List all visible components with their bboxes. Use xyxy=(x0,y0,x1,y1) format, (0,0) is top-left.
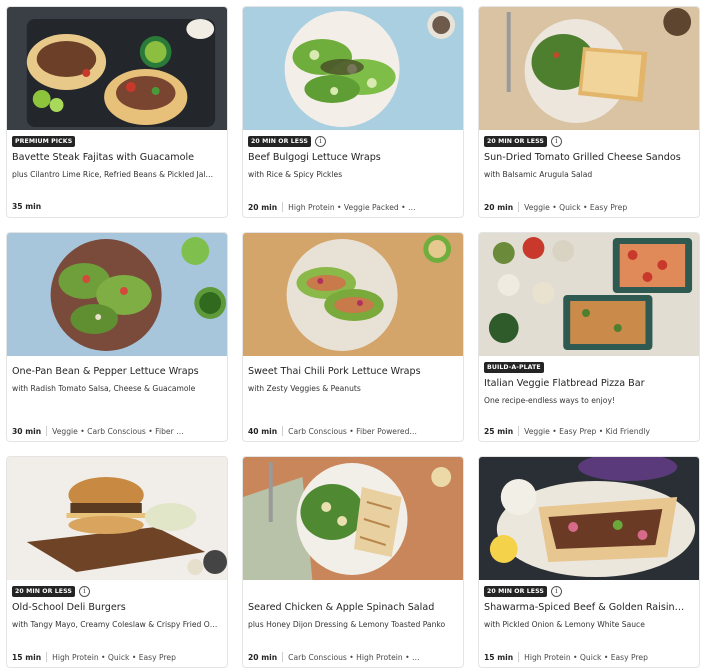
meta-divider xyxy=(282,202,284,212)
recipe-meta: 15 min High Protein • Quick • Easy Prep xyxy=(12,652,221,662)
recipe-meta: 20 min Veggie • Quick • Easy Prep xyxy=(484,202,693,212)
recipe-tags: Carb Conscious • Fiber Powered… xyxy=(288,426,418,436)
badge-row: PREMIUM PICKS xyxy=(12,135,76,147)
info-icon[interactable]: i xyxy=(550,135,562,147)
recipe-tags: Veggie • Easy Prep • Kid Friendly xyxy=(524,426,650,436)
recipe-meta: 20 min High Protein • Veggie Packed • … xyxy=(248,202,457,212)
recipe-meta: 40 min Carb Conscious • Fiber Powered… xyxy=(248,426,457,436)
recipe-image-grilled-cheese[interactable] xyxy=(479,7,699,130)
recipe-tags: High Protein • Quick • Easy Prep xyxy=(52,652,176,662)
recipe-badge: 20 MIN OR LESS xyxy=(484,135,547,147)
recipe-badge: BUILD-A-PLATE xyxy=(484,361,544,373)
recipe-title[interactable]: Seared Chicken & Apple Spinach Salad xyxy=(248,602,457,613)
recipe-title[interactable]: Old-School Deli Burgers xyxy=(12,602,221,613)
info-icon[interactable]: i xyxy=(314,135,326,147)
recipe-image-bean-pepper-wraps[interactable] xyxy=(7,233,227,356)
recipe-title[interactable]: Beef Bulgogi Lettuce Wraps xyxy=(248,152,457,163)
badge-row: BUILD-A-PLATE xyxy=(484,361,544,373)
badge-row: 20 MIN OR LESS i xyxy=(12,585,90,597)
recipe-card[interactable]: 20 MIN OR LESS i Beef Bulgogi Lettuce Wr… xyxy=(242,6,464,218)
meta-divider xyxy=(518,426,520,436)
recipe-image-shawarma-beef[interactable] xyxy=(479,457,699,580)
recipe-card[interactable]: Sweet Thai Chili Pork Lettuce Wraps with… xyxy=(242,232,464,442)
recipe-subtitle: plus Cilantro Lime Rice, Refried Beans &… xyxy=(12,170,214,179)
recipe-badge: PREMIUM PICKS xyxy=(12,135,76,147)
recipe-title[interactable]: Sun-Dried Tomato Grilled Cheese Sandos xyxy=(484,152,693,163)
recipe-image-chicken-apple-salad[interactable] xyxy=(243,457,463,580)
recipe-subtitle: with Zesty Veggies & Peanuts xyxy=(248,384,361,393)
badge-row: 20 MIN OR LESS i xyxy=(248,135,326,147)
recipe-subtitle: with Radish Tomato Salsa, Cheese & Guaca… xyxy=(12,384,196,393)
recipe-card[interactable]: PREMIUM PICKS Bavette Steak Fajitas with… xyxy=(6,6,228,218)
cook-time: 25 min xyxy=(484,426,514,436)
cook-time: 15 min xyxy=(484,652,514,662)
recipe-badge: 20 MIN OR LESS xyxy=(12,585,75,597)
recipe-grid: PREMIUM PICKS Bavette Steak Fajitas with… xyxy=(0,0,705,672)
recipe-image-steak-fajitas[interactable] xyxy=(7,7,227,130)
info-icon[interactable]: i xyxy=(78,585,90,597)
recipe-subtitle: with Rice & Spicy Pickles xyxy=(248,170,343,179)
recipe-title[interactable]: Shawarma-Spiced Beef & Golden Raisin… xyxy=(484,602,693,613)
recipe-tags: High Protein • Veggie Packed • … xyxy=(288,202,416,212)
recipe-card[interactable]: 20 MIN OR LESS i Shawarma-Spiced Beef & … xyxy=(478,456,700,668)
recipe-tags: Carb Conscious • High Protein • … xyxy=(288,652,420,662)
recipe-subtitle: One recipe-endless ways to enjoy! xyxy=(484,396,615,405)
cook-time: 40 min xyxy=(248,426,278,436)
info-icon[interactable]: i xyxy=(550,585,562,597)
recipe-subtitle: with Balsamic Arugula Salad xyxy=(484,170,593,179)
cook-time: 30 min xyxy=(12,426,42,436)
badge-row: 20 MIN OR LESS i xyxy=(484,585,562,597)
recipe-card[interactable]: Seared Chicken & Apple Spinach Salad plu… xyxy=(242,456,464,668)
recipe-image-beef-bulgogi[interactable] xyxy=(243,7,463,130)
cook-time: 15 min xyxy=(12,652,42,662)
recipe-card[interactable]: 20 MIN OR LESS i Sun-Dried Tomato Grille… xyxy=(478,6,700,218)
recipe-badge: 20 MIN OR LESS xyxy=(484,585,547,597)
meta-divider xyxy=(518,652,520,662)
recipe-meta: 20 min Carb Conscious • High Protein • … xyxy=(248,652,457,662)
meta-divider xyxy=(518,202,520,212)
meta-divider xyxy=(282,426,284,436)
badge-row: 20 MIN OR LESS i xyxy=(484,135,562,147)
recipe-card[interactable]: One-Pan Bean & Pepper Lettuce Wraps with… xyxy=(6,232,228,442)
recipe-image-deli-burgers[interactable] xyxy=(7,457,227,580)
recipe-image-flatbread-pizza-bar[interactable] xyxy=(479,233,699,356)
recipe-image-thai-chili-pork-wraps[interactable] xyxy=(243,233,463,356)
recipe-tags: Veggie • Quick • Easy Prep xyxy=(524,202,628,212)
cook-time: 20 min xyxy=(484,202,514,212)
cook-time: 20 min xyxy=(248,652,278,662)
recipe-meta: 30 min Veggie • Carb Conscious • Fiber … xyxy=(12,426,221,436)
recipe-subtitle: with Pickled Onion & Lemony White Sauce xyxy=(484,620,645,629)
recipe-title[interactable]: Bavette Steak Fajitas with Guacamole xyxy=(12,152,221,163)
recipe-tags: Veggie • Carb Conscious • Fiber … xyxy=(52,426,184,436)
recipe-title[interactable]: Sweet Thai Chili Pork Lettuce Wraps xyxy=(248,366,457,377)
meta-divider xyxy=(46,426,48,436)
recipe-badge: 20 MIN OR LESS xyxy=(248,135,311,147)
recipe-card[interactable]: 20 MIN OR LESS i Old-School Deli Burgers… xyxy=(6,456,228,668)
recipe-meta: 35 min xyxy=(12,202,221,211)
cook-time: 20 min xyxy=(248,202,278,212)
recipe-title[interactable]: Italian Veggie Flatbread Pizza Bar xyxy=(484,378,693,389)
recipe-title[interactable]: One-Pan Bean & Pepper Lettuce Wraps xyxy=(12,366,221,377)
cook-time: 35 min xyxy=(12,202,42,211)
recipe-tags: High Protein • Quick • Easy Prep xyxy=(524,652,648,662)
recipe-card[interactable]: BUILD-A-PLATE Italian Veggie Flatbread P… xyxy=(478,232,700,442)
meta-divider xyxy=(46,652,48,662)
recipe-meta: 25 min Veggie • Easy Prep • Kid Friendly xyxy=(484,426,693,436)
recipe-subtitle: with Tangy Mayo, Creamy Coleslaw & Crisp… xyxy=(12,620,218,629)
recipe-meta: 15 min High Protein • Quick • Easy Prep xyxy=(484,652,693,662)
recipe-subtitle: plus Honey Dijon Dressing & Lemony Toast… xyxy=(248,620,446,629)
meta-divider xyxy=(282,652,284,662)
